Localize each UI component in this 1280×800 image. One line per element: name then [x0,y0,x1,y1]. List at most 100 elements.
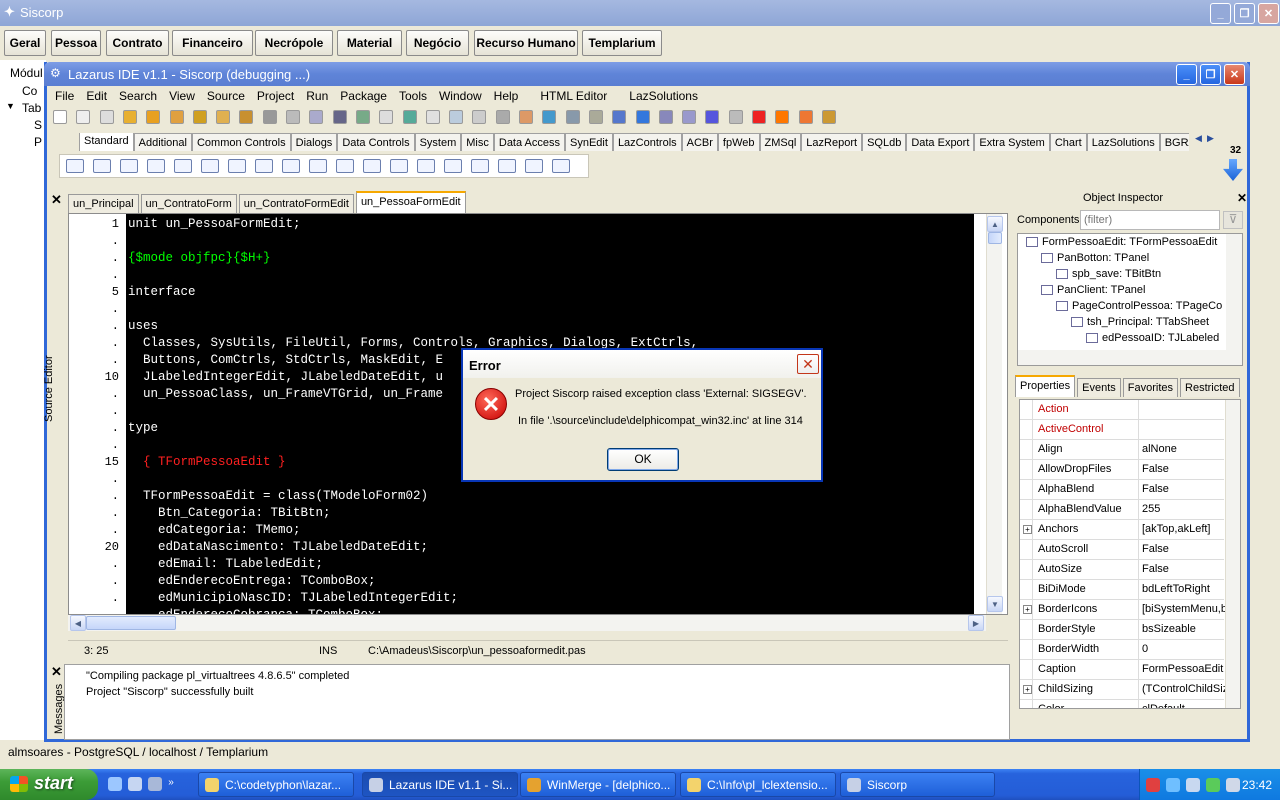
toolbar-button-icon[interactable] [612,110,627,124]
property-row[interactable]: AllowDropFiles False [1020,460,1224,480]
toolbar-button-icon[interactable] [565,110,580,124]
palette-edit-icon[interactable] [201,159,219,173]
scroll-right-icon[interactable]: ▶ [968,615,984,631]
toolbar-button-icon[interactable] [752,110,766,124]
toolbar-button-icon[interactable] [798,110,813,124]
palette-menu-icon[interactable] [93,159,111,173]
property-row[interactable]: Action [1020,400,1224,420]
palette-scroll-left-icon[interactable]: ◀ [1195,133,1202,144]
palette-label-icon[interactable] [174,159,192,173]
siscorp-titlebar[interactable]: ✦ Siscorp _ ❐ ✕ [0,0,1280,26]
property-row[interactable]: BiDiMode bdLeftToRight [1020,580,1224,600]
keyboard-icon[interactable] [1226,778,1241,792]
editor-tab[interactable]: un_Principal [68,194,139,213]
start-button[interactable]: start [0,769,98,800]
module-button[interactable]: Material [337,30,402,56]
palette-tab[interactable]: Dialogs [290,133,338,151]
property-row[interactable]: ActiveControl [1020,420,1224,440]
filter-clear-icon[interactable]: ⊽ [1223,211,1243,229]
toolbar-button-icon[interactable] [262,110,277,124]
expand-arrow-icon[interactable]: ▼ [6,101,15,111]
toolbar-button-icon[interactable] [425,110,440,124]
module-button[interactable]: Necrópole [255,30,333,56]
ok-button[interactable]: OK [607,448,679,471]
property-value[interactable]: False [1142,463,1232,475]
dialog-close-button[interactable]: ✕ [797,354,819,374]
module-button[interactable]: Pessoa [51,30,101,56]
property-value[interactable]: False [1142,563,1232,575]
palette-tab[interactable]: Data Access [493,133,566,151]
minimize-button[interactable]: _ [1176,64,1197,85]
property-value[interactable]: [akTop,akLeft] [1142,523,1232,535]
code-line[interactable]: Btn_Categoria: TBitBtn; [128,505,974,522]
toolbar-button-icon[interactable] [542,110,557,124]
palette-tab[interactable]: SQLdb [862,133,907,151]
palette-tab[interactable]: SynEdit [565,133,613,151]
property-row[interactable]: Caption FormPessoaEdit [1020,660,1224,680]
property-row[interactable]: BorderWidth 0 [1020,640,1224,660]
palette-tab[interactable]: LazSolutions [1086,133,1160,151]
toolbar-button-icon[interactable] [169,110,184,124]
tree-node[interactable]: edPessoaID: TJLabeled [1086,332,1219,344]
toolbar-button-icon[interactable] [588,110,603,124]
code-line[interactable]: edEnderecoCobranca: TComboBox; [128,607,974,614]
close-button[interactable]: ✕ [1224,64,1245,85]
palette-radio-icon[interactable] [309,159,327,173]
property-row[interactable]: Color clDefault [1020,700,1224,708]
menu-item[interactable]: Package [334,87,393,105]
code-line[interactable]: edCategoria: TMemo; [128,522,974,539]
property-row[interactable]: + Anchors [akTop,akLeft] [1020,520,1224,540]
toolbar-button-icon[interactable] [76,110,91,124]
property-row[interactable]: + BorderIcons [biSystemMenu,bi [1020,600,1229,620]
source-editor-close-icon[interactable]: ✕ [51,192,62,208]
sync-icon[interactable] [1186,778,1201,792]
code-line[interactable]: edDataNascimento: TJLabeledDateEdit; [128,539,974,556]
palette-checkgrp-icon[interactable] [471,159,489,173]
inspector-tab[interactable]: Events [1077,378,1121,397]
toolbar-button-icon[interactable] [309,110,324,124]
palette-tab[interactable]: Additional [133,133,192,151]
toolbar-button-icon[interactable] [658,110,673,124]
toolbar-button-icon[interactable] [775,110,790,124]
tree-vscrollbar[interactable] [1226,234,1242,350]
menu-item[interactable]: Search [113,87,163,105]
toolbar-button-icon[interactable] [705,110,720,124]
menu-item[interactable]: Tools [393,87,433,105]
menu-item[interactable]: Run [300,87,334,105]
menu-item[interactable]: Help [488,87,525,105]
module-button[interactable]: Geral [4,30,46,56]
menu-item[interactable]: Window [433,87,488,105]
app-icon[interactable] [128,777,143,791]
palette-arrow-icon[interactable] [66,159,84,173]
maximize-button[interactable]: ❐ [1200,64,1221,85]
module-button[interactable]: Templarium [582,30,662,56]
code-line[interactable] [128,267,974,284]
property-value[interactable]: False [1142,543,1232,555]
tree-item[interactable]: Co [22,84,37,98]
property-value[interactable]: (TControlChildSizin [1142,683,1232,695]
module-button[interactable]: Financeiro [172,30,253,56]
scroll-up-icon[interactable]: ▲ [987,216,1003,232]
toolbar-button-icon[interactable] [239,110,254,124]
expand-plus-icon[interactable]: + [1023,605,1032,614]
menu-item[interactable]: View [163,87,201,105]
tree-item[interactable]: P [34,135,42,149]
toolbar-button-icon[interactable] [379,110,394,124]
code-line[interactable]: TFormPessoaEdit = class(TModeloForm02) [128,488,974,505]
code-line[interactable] [128,301,974,318]
palette-panel-icon[interactable] [498,159,516,173]
tree-node[interactable]: PageControlPessoa: TPageCo [1056,300,1222,312]
shield-icon[interactable] [1146,778,1160,792]
toolbar-button-icon[interactable] [355,110,370,124]
palette-memo-icon[interactable] [228,159,246,173]
editor-hscrollbar[interactable]: ◀ ▶ [68,615,986,631]
menu-item[interactable]: Project [251,87,300,105]
code-line[interactable]: edEnderecoEntrega: TComboBox; [128,573,974,590]
network-icon[interactable] [1166,778,1181,792]
property-value[interactable]: FormPessoaEdit [1142,663,1232,675]
toolbar-button-icon[interactable] [472,110,487,124]
property-value[interactable]: bsSizeable [1142,623,1232,635]
messages-panel[interactable]: "Compiling package pl_virtualtrees 4.8.6… [64,664,1010,740]
palette-tab[interactable]: System [414,133,462,151]
toolbar-button-icon[interactable] [449,110,464,124]
